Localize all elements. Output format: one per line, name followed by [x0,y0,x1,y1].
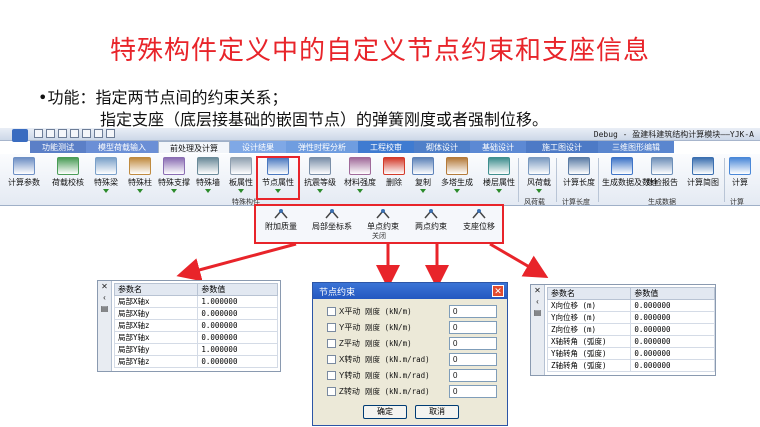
constraint-label: Z平动 [339,339,360,348]
close-icon[interactable]: ✕ [531,285,544,296]
ok-button[interactable]: 确定 [363,405,407,419]
param-value[interactable]: 0.000000 [630,347,715,360]
constraint-label: Y平动 [339,323,361,332]
param-value[interactable]: 0.000000 [630,335,715,348]
stiffness-input[interactable]: 0 [449,385,497,398]
constraint-checkbox[interactable] [327,307,336,316]
table-row[interactable]: 局部Y轴z 0.000000 [113,355,278,368]
grid-side-toolbar: ✕ ‹ ▤ [531,285,545,375]
param-value[interactable]: 1.000000 [197,295,278,308]
local-coord-property-grid: ✕ ‹ ▤ 参数名 参数值 局部X轴x 1.000000 局部X轴y 0.000000 局部X轴z… [97,280,281,372]
table-row[interactable]: Z向位移 (m) 0.000000 [546,323,715,336]
stiffness-label: 刚度 (kN/m) [365,323,412,332]
table-row[interactable]: 局部Y轴y 1.000000 [113,343,278,356]
node-constraint-dialog: 节点约束 ✕ 确定 取消 X平动 刚度 (kN/m) 0 Y平动 刚度 (kN/m) 0 Z… [312,282,508,426]
property-table: 参数名 参数值 局部X轴x 1.000000 局部X轴y 0.000000 局部X轴z 0.0… [113,283,278,368]
param-value[interactable]: 1.000000 [197,343,278,356]
constraint-checkbox[interactable] [327,355,336,364]
constraint-label: X转动 [339,355,361,364]
stiffness-input[interactable]: 0 [449,369,497,382]
table-header-row: 参数名 参数值 [546,287,715,300]
stiffness-input[interactable]: 0 [449,321,497,334]
properties-icon[interactable]: ▤ [531,307,544,318]
param-name: 局部X轴y [113,307,199,320]
param-name: 局部Y轴x [113,331,199,344]
param-name: 局部Y轴y [113,343,199,356]
constraint-label: Z转动 [339,387,360,396]
param-name: X轴转角 (弧度) [546,335,632,348]
table-row[interactable]: Y向位移 (m) 0.000000 [546,311,715,324]
param-value[interactable]: 0.000000 [630,311,715,324]
stiffness-input[interactable]: 0 [449,337,497,350]
stiffness-label: 刚度 (kN/m) [365,339,412,348]
table-row[interactable]: 局部X轴z 0.000000 [113,319,278,332]
param-value[interactable]: 0.000000 [630,359,715,372]
stiffness-label: 刚度 (kN.m/rad) [365,355,430,364]
table-row[interactable]: X向位移 (m) 0.000000 [546,299,715,312]
arrow-to-support-displacement [489,242,549,279]
pin-icon[interactable]: ‹ [531,296,544,307]
stiffness-label: 刚度 (kN/m) [365,307,412,316]
table-header-row: 参数名 参数值 [113,283,278,296]
constraint-label: Y转动 [339,371,361,380]
property-table: 参数名 参数值 X向位移 (m) 0.000000 Y向位移 (m) 0.000000 Z向… [546,287,715,372]
stiffness-label: 刚度 (kN.m/rad) [365,387,430,396]
table-row[interactable]: 局部X轴x 1.000000 [113,295,278,308]
column-header: 参数名 [546,287,632,300]
table-row[interactable]: Y轴转角 (弧度) 0.000000 [546,347,715,360]
param-name: 局部Y轴z [113,355,199,368]
arrow-to-local-coord [176,242,297,282]
param-name: X向位移 (m) [546,299,632,312]
param-name: 局部X轴z [113,319,199,332]
stiffness-input[interactable]: 0 [449,305,497,318]
column-header: 参数值 [197,283,278,296]
param-value[interactable]: 0.000000 [630,323,715,336]
param-name: Z轴转角 (弧度) [546,359,632,372]
stiffness-input[interactable]: 0 [449,353,497,366]
param-value[interactable]: 0.000000 [197,331,278,344]
table-row[interactable]: 局部X轴y 0.000000 [113,307,278,320]
constraint-checkbox[interactable] [327,323,336,332]
table-row[interactable]: Z轴转角 (弧度) 0.000000 [546,359,715,372]
param-name: Y向位移 (m) [546,311,632,324]
table-row[interactable]: 局部Y轴x 0.000000 [113,331,278,344]
properties-icon[interactable]: ▤ [98,303,111,314]
param-name: Y轴转角 (弧度) [546,347,632,360]
constraint-checkbox[interactable] [327,387,336,396]
grid-side-toolbar: ✕ ‹ ▤ [98,281,112,371]
param-name: Z向位移 (m) [546,323,632,336]
stiffness-label: 刚度 (kN.m/rad) [365,371,430,380]
param-value[interactable]: 0.000000 [197,319,278,332]
param-value[interactable]: 0.000000 [197,355,278,368]
dialog-close-button[interactable]: ✕ [492,285,504,297]
table-row[interactable]: X轴转角 (弧度) 0.000000 [546,335,715,348]
param-name: 局部X轴x [113,295,199,308]
pin-icon[interactable]: ‹ [98,292,111,303]
support-displacement-property-grid: ✕ ‹ ▤ 参数名 参数值 X向位移 (m) 0.000000 Y向位移 (m) 0.00000… [530,284,716,376]
close-icon[interactable]: ✕ [98,281,111,292]
param-value[interactable]: 0.000000 [630,299,715,312]
constraint-checkbox[interactable] [327,339,336,348]
cancel-button[interactable]: 取消 [415,405,459,419]
column-header: 参数值 [630,287,715,300]
constraint-checkbox[interactable] [327,371,336,380]
column-header: 参数名 [113,283,199,296]
param-value[interactable]: 0.000000 [197,307,278,320]
constraint-label: X平动 [339,307,361,316]
dialog-title: 节点约束 [313,283,507,299]
